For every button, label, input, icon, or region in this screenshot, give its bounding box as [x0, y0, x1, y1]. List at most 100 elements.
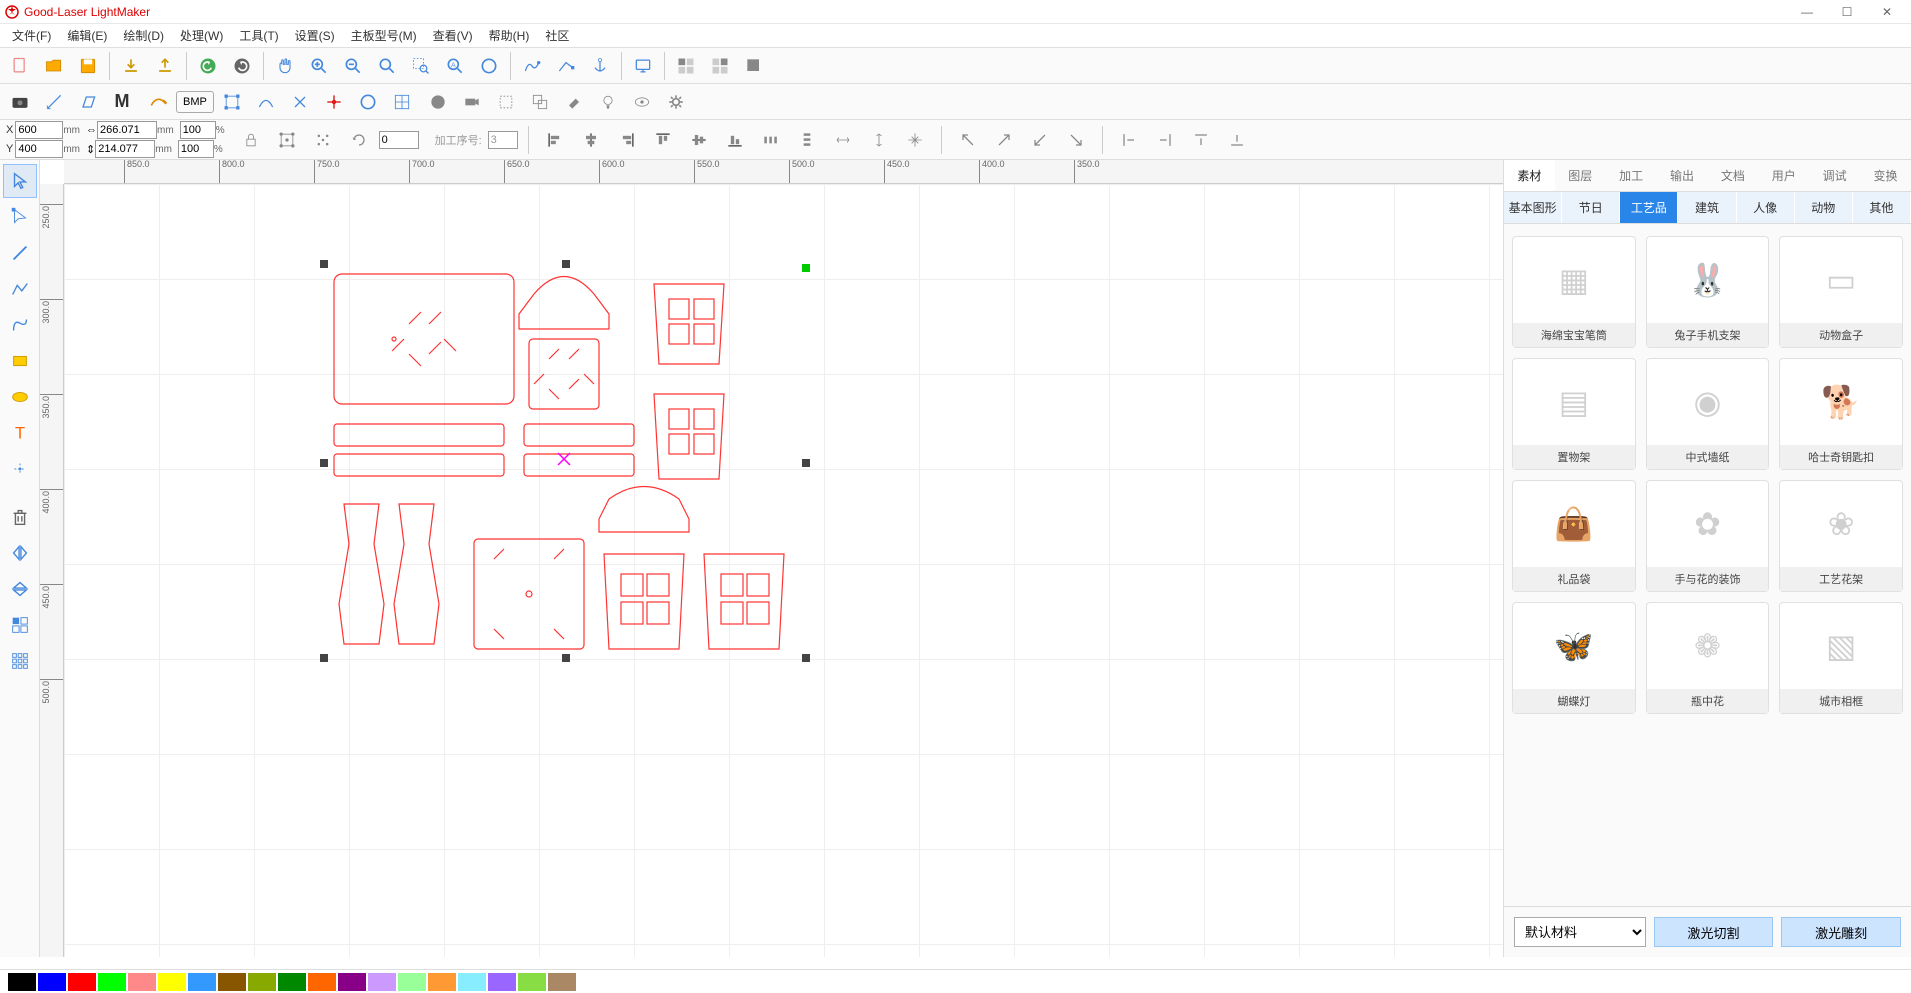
- panel-tab-0[interactable]: 素材: [1504, 160, 1555, 191]
- height-pct-input[interactable]: [178, 140, 214, 158]
- menu-file[interactable]: 文件(F): [4, 27, 59, 44]
- zoom-in-button[interactable]: [303, 50, 335, 82]
- color-swatch-1[interactable]: [38, 973, 66, 991]
- mirror-h-tool[interactable]: [3, 536, 37, 570]
- gallery-item-4[interactable]: ◉中式墙纸: [1646, 358, 1770, 470]
- align-center-v-button[interactable]: [683, 124, 715, 156]
- rotate-input[interactable]: [379, 131, 419, 149]
- text-tool[interactable]: T: [3, 416, 37, 450]
- redo-button[interactable]: [226, 50, 258, 82]
- grid-1-button[interactable]: [670, 50, 702, 82]
- color-swatch-17[interactable]: [518, 973, 546, 991]
- category-tab-2[interactable]: 工艺品: [1620, 192, 1678, 223]
- gallery-item-3[interactable]: ▤置物架: [1512, 358, 1636, 470]
- menu-tools[interactable]: 工具(T): [231, 27, 286, 44]
- dist-h-button[interactable]: [755, 124, 787, 156]
- color-swatch-15[interactable]: [458, 973, 486, 991]
- color-swatch-8[interactable]: [248, 973, 276, 991]
- monitor-button[interactable]: [627, 50, 659, 82]
- color-swatch-9[interactable]: [278, 973, 306, 991]
- color-swatch-12[interactable]: [368, 973, 396, 991]
- gallery-item-10[interactable]: ❁瓶中花: [1646, 602, 1770, 714]
- polyline-tool[interactable]: [3, 272, 37, 306]
- gallery-item-11[interactable]: ▧城市相框: [1779, 602, 1903, 714]
- ellipse-tool[interactable]: [3, 380, 37, 414]
- anchor-button[interactable]: [584, 50, 616, 82]
- panel-tab-7[interactable]: 变换: [1860, 160, 1911, 191]
- menu-board[interactable]: 主板型号(M): [343, 27, 425, 44]
- fill-button[interactable]: [422, 86, 454, 118]
- anchor-grid-button[interactable]: [271, 124, 303, 156]
- corner-tl-button[interactable]: [952, 124, 984, 156]
- menu-edit[interactable]: 编辑(E): [59, 27, 115, 44]
- category-tab-0[interactable]: 基本图形: [1504, 192, 1562, 223]
- gallery-item-9[interactable]: 🦋蝴蝶灯: [1512, 602, 1636, 714]
- dist-v-button[interactable]: [791, 124, 823, 156]
- gallery-item-5[interactable]: 🐕哈士奇钥匙扣: [1779, 358, 1903, 470]
- overlap-button[interactable]: [524, 86, 556, 118]
- panel-tab-1[interactable]: 图层: [1555, 160, 1606, 191]
- proc-input[interactable]: [488, 131, 518, 149]
- camera-button[interactable]: [4, 86, 36, 118]
- corner-br-button[interactable]: [1060, 124, 1092, 156]
- align-right-button[interactable]: [611, 124, 643, 156]
- color-swatch-10[interactable]: [308, 973, 336, 991]
- maximize-button[interactable]: ☐: [1827, 0, 1867, 24]
- color-swatch-11[interactable]: [338, 973, 366, 991]
- measure-button[interactable]: [38, 86, 70, 118]
- color-swatch-3[interactable]: [98, 973, 126, 991]
- curve-tool[interactable]: [3, 308, 37, 342]
- delete-tool[interactable]: [3, 500, 37, 534]
- zoom-page-button[interactable]: [473, 50, 505, 82]
- rect-tool[interactable]: [3, 344, 37, 378]
- panel-tab-6[interactable]: 调试: [1809, 160, 1860, 191]
- x-input[interactable]: [15, 121, 63, 139]
- category-tab-5[interactable]: 动物: [1795, 192, 1853, 223]
- gallery-item-2[interactable]: ▭动物盒子: [1779, 236, 1903, 348]
- color-swatch-13[interactable]: [398, 973, 426, 991]
- menu-process[interactable]: 处理(W): [172, 27, 231, 44]
- menu-draw[interactable]: 绘制(D): [115, 27, 172, 44]
- rotate-button[interactable]: [343, 124, 375, 156]
- laser-engrave-button[interactable]: 激光雕刻: [1781, 917, 1901, 947]
- align-left-button[interactable]: [539, 124, 571, 156]
- grid-2-button[interactable]: [704, 50, 736, 82]
- menu-settings[interactable]: 设置(S): [287, 27, 343, 44]
- open-button[interactable]: [38, 50, 70, 82]
- curve-button[interactable]: [250, 86, 282, 118]
- save-button[interactable]: [72, 50, 104, 82]
- zoom-fit-button[interactable]: [371, 50, 403, 82]
- edge-l-button[interactable]: [1113, 124, 1145, 156]
- height-input[interactable]: [95, 140, 155, 158]
- panel-tab-2[interactable]: 加工: [1606, 160, 1657, 191]
- cross-button[interactable]: [318, 86, 350, 118]
- new-button[interactable]: [4, 50, 36, 82]
- color-swatch-16[interactable]: [488, 973, 516, 991]
- gallery-item-0[interactable]: ▦海绵宝宝笔筒: [1512, 236, 1636, 348]
- grid-3-button[interactable]: [738, 50, 770, 82]
- gallery-item-7[interactable]: ✿手与花的装饰: [1646, 480, 1770, 592]
- category-tab-6[interactable]: 其他: [1853, 192, 1911, 223]
- gallery-item-6[interactable]: 👜礼品袋: [1512, 480, 1636, 592]
- menu-community[interactable]: 社区: [537, 27, 577, 44]
- array-tool[interactable]: [3, 608, 37, 642]
- path-tool-2[interactable]: [550, 50, 582, 82]
- grid-button[interactable]: [386, 86, 418, 118]
- y-input[interactable]: [15, 140, 63, 158]
- eye-button[interactable]: [626, 86, 658, 118]
- gear-button[interactable]: [660, 86, 692, 118]
- minimize-button[interactable]: —: [1787, 0, 1827, 24]
- gallery-item-8[interactable]: ❀工艺花架: [1779, 480, 1903, 592]
- break-button[interactable]: [284, 86, 316, 118]
- panel-tab-4[interactable]: 文档: [1708, 160, 1759, 191]
- import-button[interactable]: [115, 50, 147, 82]
- gallery-item-1[interactable]: 🐰兔子手机支架: [1646, 236, 1770, 348]
- align-top-button[interactable]: [647, 124, 679, 156]
- undo-button[interactable]: [192, 50, 224, 82]
- color-swatch-6[interactable]: [188, 973, 216, 991]
- color-swatch-2[interactable]: [68, 973, 96, 991]
- skew-button[interactable]: [72, 86, 104, 118]
- m-button[interactable]: M: [106, 86, 138, 118]
- laser-cut-button[interactable]: 激光切割: [1654, 917, 1774, 947]
- zoom-out-button[interactable]: [337, 50, 369, 82]
